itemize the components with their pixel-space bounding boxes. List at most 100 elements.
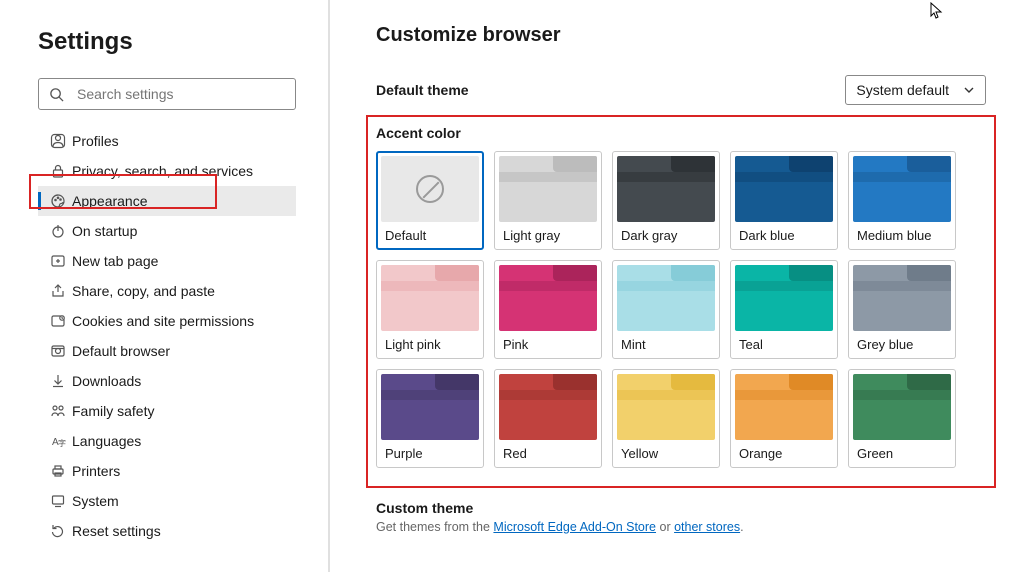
nav-item-printers[interactable]: Printers xyxy=(38,456,296,486)
swatch-preview xyxy=(735,265,833,331)
nav-label: Languages xyxy=(72,433,141,449)
nav-item-system[interactable]: System xyxy=(38,486,296,516)
accent-swatch-orange[interactable]: Orange xyxy=(730,369,838,468)
system-icon xyxy=(50,493,72,509)
swatch-preview xyxy=(735,374,833,440)
settings-sidebar: Settings Profiles Privacy, search, and s… xyxy=(0,0,330,572)
nav-label: Downloads xyxy=(72,373,141,389)
accent-swatch-light-pink[interactable]: Light pink xyxy=(376,260,484,359)
nav-item-reset[interactable]: Reset settings xyxy=(38,516,296,546)
search-settings-input[interactable] xyxy=(77,86,285,102)
other-stores-link[interactable]: other stores xyxy=(674,520,740,534)
nav-label: Family safety xyxy=(72,403,154,419)
customize-heading: Customize browser xyxy=(376,24,986,47)
accent-swatch-light-gray[interactable]: Light gray xyxy=(494,151,602,250)
swatch-label: Default xyxy=(381,228,479,243)
accent-swatch-red[interactable]: Red xyxy=(494,369,602,468)
nav-item-appearance[interactable]: Appearance xyxy=(38,186,296,216)
nav-label: Privacy, search, and services xyxy=(72,163,253,179)
swatch-label: Yellow xyxy=(617,446,715,461)
addon-store-link[interactable]: Microsoft Edge Add-On Store xyxy=(493,520,656,534)
nav-label: Share, copy, and paste xyxy=(72,283,215,299)
swatch-label: Dark gray xyxy=(617,228,715,243)
printer-icon xyxy=(50,463,72,479)
swatch-preview xyxy=(381,374,479,440)
nav-item-privacy[interactable]: Privacy, search, and services xyxy=(38,156,296,186)
custom-theme-description: Get themes from the Microsoft Edge Add-O… xyxy=(376,520,986,534)
accent-swatch-dark-gray[interactable]: Dark gray xyxy=(612,151,720,250)
no-entry-icon xyxy=(416,175,444,203)
swatch-label: Light gray xyxy=(499,228,597,243)
swatch-preview xyxy=(381,265,479,331)
accent-swatch-medium-blue[interactable]: Medium blue xyxy=(848,151,956,250)
nav-label: Cookies and site permissions xyxy=(72,313,254,329)
accent-swatch-purple[interactable]: Purple xyxy=(376,369,484,468)
custom-theme-title: Custom theme xyxy=(376,500,986,516)
nav-item-profiles[interactable]: Profiles xyxy=(38,126,296,156)
accent-swatch-default[interactable]: Default xyxy=(376,151,484,250)
default-theme-value: System default xyxy=(856,82,949,98)
swatch-label: Purple xyxy=(381,446,479,461)
lock-icon xyxy=(50,163,72,179)
swatch-label: Light pink xyxy=(381,337,479,352)
browser-icon xyxy=(50,343,72,359)
swatch-preview xyxy=(617,265,715,331)
swatch-label: Green xyxy=(853,446,951,461)
nav-item-share[interactable]: Share, copy, and paste xyxy=(38,276,296,306)
nav-label: New tab page xyxy=(72,253,158,269)
nav-item-default-browser[interactable]: Default browser xyxy=(38,336,296,366)
accent-swatch-dark-blue[interactable]: Dark blue xyxy=(730,151,838,250)
default-theme-label: Default theme xyxy=(376,82,469,98)
swatch-label: Mint xyxy=(617,337,715,352)
chevron-down-icon xyxy=(963,84,975,96)
swatch-preview xyxy=(617,374,715,440)
language-icon: A字 xyxy=(50,433,72,449)
swatch-preview xyxy=(853,265,951,331)
swatch-preview xyxy=(853,374,951,440)
cursor-icon xyxy=(930,2,944,20)
nav-label: On startup xyxy=(72,223,137,239)
cookies-icon xyxy=(50,313,72,329)
nav-label: Appearance xyxy=(72,193,148,209)
settings-nav: Profiles Privacy, search, and services A… xyxy=(38,126,296,546)
download-icon xyxy=(50,373,72,389)
nav-label: Default browser xyxy=(72,343,170,359)
accent-color-label: Accent color xyxy=(376,125,986,141)
accent-swatch-yellow[interactable]: Yellow xyxy=(612,369,720,468)
reset-icon xyxy=(50,523,72,539)
settings-title: Settings xyxy=(38,28,298,56)
accent-swatch-pink[interactable]: Pink xyxy=(494,260,602,359)
family-icon xyxy=(50,403,72,419)
nav-item-languages[interactable]: A字 Languages xyxy=(38,426,296,456)
default-theme-dropdown[interactable]: System default xyxy=(845,75,986,105)
nav-label: Profiles xyxy=(72,133,119,149)
nav-item-cookies[interactable]: Cookies and site permissions xyxy=(38,306,296,336)
swatch-label: Teal xyxy=(735,337,833,352)
nav-item-onstartup[interactable]: On startup xyxy=(38,216,296,246)
swatch-label: Grey blue xyxy=(853,337,951,352)
nav-item-downloads[interactable]: Downloads xyxy=(38,366,296,396)
accent-swatch-mint[interactable]: Mint xyxy=(612,260,720,359)
accent-swatch-grey-blue[interactable]: Grey blue xyxy=(848,260,956,359)
nav-item-family[interactable]: Family safety xyxy=(38,396,296,426)
search-settings-box[interactable] xyxy=(38,78,296,110)
newtab-icon xyxy=(50,253,72,269)
swatch-preview xyxy=(499,156,597,222)
nav-label: System xyxy=(72,493,119,509)
nav-label: Reset settings xyxy=(72,523,161,539)
swatch-preview xyxy=(735,156,833,222)
nav-label: Printers xyxy=(72,463,120,479)
swatch-label: Medium blue xyxy=(853,228,951,243)
appearance-icon xyxy=(50,193,72,209)
swatch-preview xyxy=(499,374,597,440)
swatch-label: Pink xyxy=(499,337,597,352)
search-icon xyxy=(49,87,67,102)
power-icon xyxy=(50,223,72,239)
swatch-preview xyxy=(499,265,597,331)
accent-swatch-teal[interactable]: Teal xyxy=(730,260,838,359)
swatch-label: Dark blue xyxy=(735,228,833,243)
accent-swatch-green[interactable]: Green xyxy=(848,369,956,468)
nav-item-newtab[interactable]: New tab page xyxy=(38,246,296,276)
swatch-preview xyxy=(617,156,715,222)
swatch-label: Red xyxy=(499,446,597,461)
